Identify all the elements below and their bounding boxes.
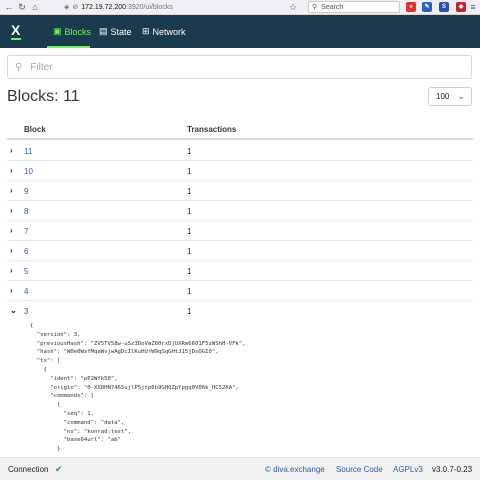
block-link[interactable]: 5 bbox=[24, 267, 28, 276]
sitemap-icon: ⊞ bbox=[142, 26, 150, 36]
adblock-icon[interactable]: ● bbox=[406, 2, 416, 12]
block-link[interactable]: 6 bbox=[24, 247, 28, 256]
tx-count: 1 bbox=[187, 267, 192, 276]
nav-blocks[interactable]: ▣ Blocks bbox=[53, 15, 91, 48]
table-row-expanded[interactable]: ⌄ 3 1 bbox=[7, 301, 473, 321]
version-label: v3.0.7-0.23 bbox=[432, 465, 473, 474]
license-link[interactable]: AGPLv3 bbox=[393, 465, 423, 474]
browser-toolbar: ← ↻ ⌂ ◈ ⊘ 172.19.72.200:3920/ui/blocks ☆… bbox=[0, 0, 480, 15]
nav-blocks-label: Blocks bbox=[64, 26, 92, 37]
filter-placeholder: Filter bbox=[30, 61, 53, 73]
chevron-right-icon[interactable]: › bbox=[10, 226, 13, 235]
header-transactions: Transactions bbox=[187, 125, 237, 134]
tx-count: 1 bbox=[187, 227, 192, 236]
search-icon: ⚲ bbox=[15, 61, 23, 73]
table-row[interactable]: › 6 1 bbox=[7, 241, 473, 261]
search-placeholder: Search bbox=[321, 3, 344, 11]
tx-count: 1 bbox=[187, 287, 192, 296]
chevron-right-icon[interactable]: › bbox=[10, 146, 13, 155]
extension-icon[interactable]: ✎ bbox=[422, 2, 432, 12]
chevron-right-icon[interactable]: › bbox=[10, 186, 13, 195]
home-icon[interactable]: ⌂ bbox=[30, 0, 40, 15]
lock-icon: ⊘ bbox=[72, 4, 79, 11]
filter-input[interactable]: ⚲ Filter bbox=[7, 55, 472, 79]
table-row[interactable]: › 4 1 bbox=[7, 281, 473, 301]
block-link[interactable]: 4 bbox=[24, 287, 28, 296]
privacy-shield-icon[interactable]: ◆ bbox=[456, 2, 466, 12]
chevron-right-icon[interactable]: › bbox=[10, 266, 13, 275]
page-title: Blocks: 11 bbox=[7, 88, 80, 105]
block-link[interactable]: 11 bbox=[24, 147, 32, 156]
chevron-down-icon: ⌄ bbox=[457, 91, 465, 101]
chevron-down-icon[interactable]: ⌄ bbox=[10, 306, 17, 315]
menu-icon[interactable]: ≡ bbox=[468, 0, 478, 15]
tx-count: 1 bbox=[187, 307, 192, 316]
block-link[interactable]: 3 bbox=[24, 307, 28, 316]
page-size-select[interactable]: 100 ⌄ bbox=[428, 87, 472, 106]
table-row[interactable]: › 10 1 bbox=[7, 161, 473, 181]
connection-label: Connection bbox=[8, 465, 49, 474]
table-header: Block Transactions bbox=[7, 120, 473, 140]
book-icon: ▤ bbox=[99, 26, 108, 36]
bookmark-star-icon[interactable]: ☆ bbox=[289, 0, 297, 14]
chevron-right-icon[interactable]: › bbox=[10, 286, 13, 295]
url-host: 172.19.72.200 bbox=[81, 3, 127, 11]
table-row[interactable]: › 8 1 bbox=[7, 201, 473, 221]
table-row[interactable]: › 9 1 bbox=[7, 181, 473, 201]
active-tab-indicator bbox=[47, 46, 90, 48]
s-extension-icon[interactable]: S bbox=[439, 2, 449, 12]
chevron-right-icon[interactable]: › bbox=[10, 166, 13, 175]
check-icon: ✔ bbox=[55, 464, 63, 474]
logo[interactable]: X bbox=[11, 23, 20, 37]
tx-count: 1 bbox=[187, 147, 192, 156]
block-link[interactable]: 8 bbox=[24, 207, 28, 216]
logo-accent-bar bbox=[11, 38, 21, 40]
nav-network-label: Network bbox=[152, 26, 186, 37]
table-row[interactable]: › 7 1 bbox=[7, 221, 473, 241]
search-icon: ⚲ bbox=[312, 4, 318, 11]
tx-count: 1 bbox=[187, 187, 192, 196]
page-size-value: 100 bbox=[436, 92, 450, 101]
footer: Connection ✔ © diva.exchange Source Code… bbox=[0, 457, 480, 480]
app-navbar: X ▣ Blocks ▤ State ⊞ Network bbox=[0, 15, 480, 48]
shield-icon: ◈ bbox=[64, 4, 70, 11]
block-link[interactable]: 10 bbox=[24, 167, 33, 176]
tx-count: 1 bbox=[187, 247, 192, 256]
address-bar[interactable]: ◈ ⊘ 172.19.72.200:3920/ui/blocks bbox=[64, 0, 173, 14]
reload-icon[interactable]: ↻ bbox=[17, 0, 27, 15]
nav-state[interactable]: ▤ State bbox=[99, 15, 132, 48]
cube-icon: ▣ bbox=[53, 26, 62, 36]
nav-network[interactable]: ⊞ Network bbox=[142, 15, 186, 48]
url-path: :3920/ui/blocks bbox=[126, 3, 173, 11]
nav-state-label: State bbox=[110, 26, 132, 37]
block-link[interactable]: 7 bbox=[24, 227, 28, 236]
back-arrow-icon[interactable]: ← bbox=[4, 0, 14, 15]
chevron-right-icon[interactable]: › bbox=[10, 246, 13, 255]
header-block: Block bbox=[24, 125, 46, 134]
block-json-detail: { "version": 3, "previousHash": "ZV5TV58… bbox=[30, 323, 246, 453]
block-link[interactable]: 9 bbox=[24, 187, 28, 196]
browser-search-input[interactable]: ⚲ Search bbox=[308, 1, 400, 13]
chevron-right-icon[interactable]: › bbox=[10, 206, 13, 215]
table-row[interactable]: › 5 1 bbox=[7, 261, 473, 281]
tx-count: 1 bbox=[187, 207, 192, 216]
source-code-link[interactable]: Source Code bbox=[336, 465, 383, 474]
table-row[interactable]: › 11 1 bbox=[7, 141, 473, 161]
diva-link[interactable]: © diva.exchange bbox=[265, 465, 325, 474]
tx-count: 1 bbox=[187, 167, 192, 176]
